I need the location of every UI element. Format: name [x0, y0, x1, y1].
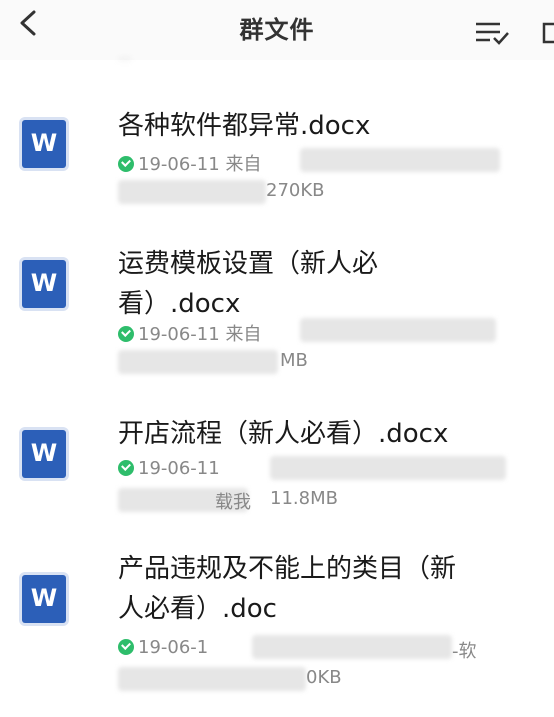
file-uploader-tail: 载我 [215, 492, 251, 513]
file-size: MB [280, 350, 308, 371]
file-size: 270KB [266, 180, 325, 201]
file-name: 产品违规及不能上的类目（新 人必看）.doc [118, 554, 457, 624]
file-meta: 19-06-11 来自 [118, 320, 261, 346]
file-item[interactable]: W 运费模板设置（新人必 看）.docx 19-06-11 来自 MB [0, 240, 554, 390]
file-item[interactable]: W 产品违规及不能上的类目（新 人必看）.doc 19-06-1 -软 0KB [0, 545, 554, 705]
file-size: 11.8MB [270, 488, 338, 509]
word-doc-icon: W [22, 575, 66, 623]
file-meta: 19-06-11 来自 [118, 150, 261, 176]
downloaded-check-icon [118, 639, 134, 655]
file-size: 0KB [306, 667, 342, 688]
file-name: 开店流程（新人必看）.docx [118, 419, 449, 449]
file-name: 各种软件都异常.docx [118, 111, 371, 141]
file-item[interactable]: W 各种软件都异常.docx 19-06-11 来自 270KB [0, 100, 554, 220]
page-title: 群文件 [239, 16, 315, 44]
file-meta: 19-06-1 [118, 637, 208, 658]
word-doc-icon: W [22, 430, 66, 478]
word-doc-icon: W [22, 260, 66, 308]
multi-select-list-icon[interactable] [474, 18, 510, 48]
upload-icon[interactable] [540, 18, 554, 48]
downloaded-check-icon [118, 156, 134, 172]
downloaded-check-icon [118, 326, 134, 342]
file-name: 运费模板设置（新人必 看）.docx [118, 249, 379, 319]
file-item[interactable]: W 开店流程（新人必看）.docx 19-06-11 载我 11.8MB [0, 410, 554, 530]
word-doc-icon: W [22, 120, 66, 168]
file-meta: 19-06-11 [118, 458, 220, 479]
list-subheader: ... [118, 48, 132, 64]
file-uploader-tail: -软 [452, 641, 477, 662]
downloaded-check-icon [118, 460, 134, 476]
